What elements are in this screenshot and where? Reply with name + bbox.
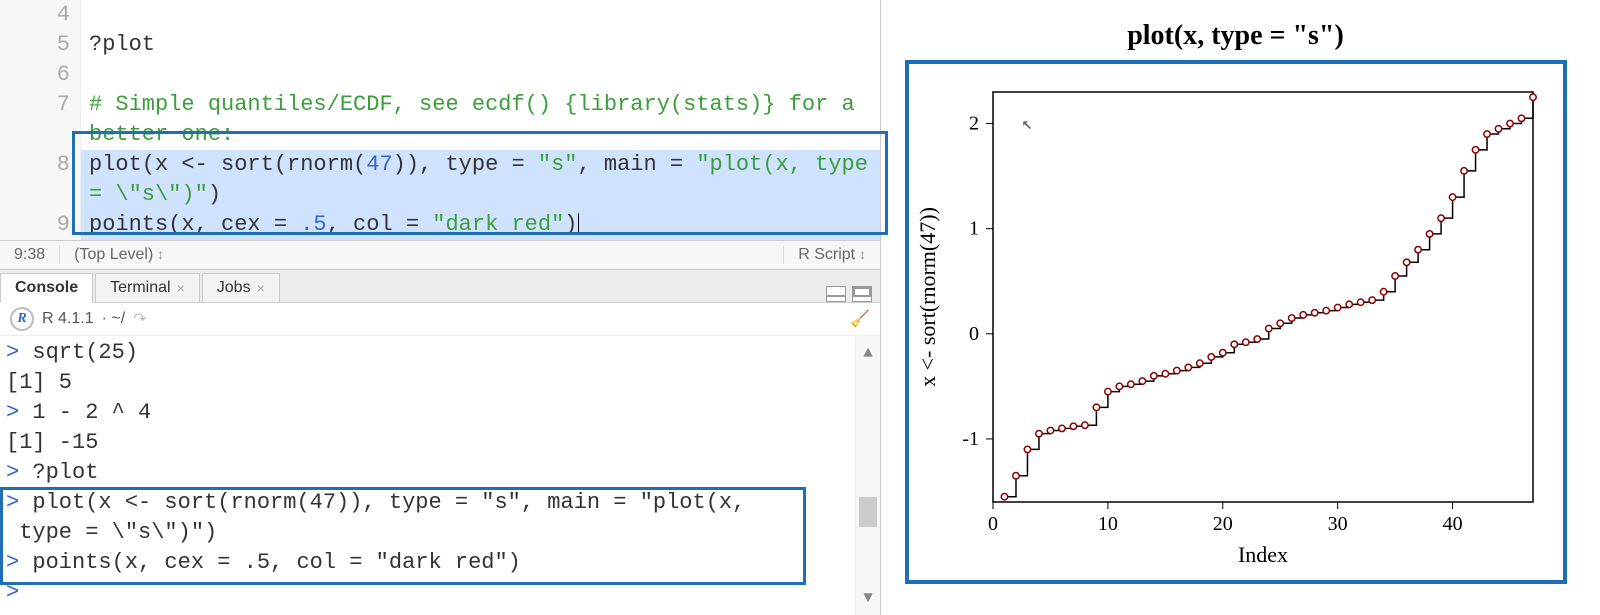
pane-window-controls — [826, 286, 880, 302]
line-number: 8 — [0, 150, 81, 210]
svg-text:x <- sort(rnorm(47)): x <- sort(rnorm(47)) — [915, 207, 940, 387]
console-line: > 1 - 2 ^ 4 — [6, 398, 874, 428]
tab-console[interactable]: Console — [0, 273, 93, 303]
filetype-selector[interactable]: R Script — [783, 246, 880, 264]
svg-text:Index: Index — [1237, 542, 1287, 567]
svg-text:30: 30 — [1327, 513, 1347, 535]
maximize-pane-icon[interactable] — [852, 286, 872, 302]
svg-text:10: 10 — [1097, 513, 1117, 535]
scroll-up-icon[interactable]: ▲ — [863, 336, 873, 370]
minimize-pane-icon[interactable] — [826, 286, 846, 302]
svg-text:20: 20 — [1212, 513, 1232, 535]
close-icon[interactable]: × — [257, 280, 265, 296]
svg-text:↖: ↖ — [1021, 115, 1032, 135]
console-line: > points(x, cex = .5, col = "dark red") — [6, 548, 874, 578]
code-line[interactable] — [81, 0, 880, 30]
code-line[interactable]: ?plot — [81, 30, 880, 60]
line-number: 6 — [0, 60, 81, 90]
tab-label: Console — [15, 279, 78, 297]
code-line[interactable] — [81, 60, 880, 90]
console-line: type = \"s\")") — [6, 518, 874, 548]
plot-title: plot(x, type = "s") — [1127, 20, 1344, 52]
editor-status-bar: 9:38 (Top Level) R Script — [0, 240, 880, 270]
svg-text:40: 40 — [1442, 513, 1462, 535]
tab-label: Terminal — [110, 279, 170, 297]
scroll-thumb[interactable] — [859, 497, 877, 527]
console-scrollbar[interactable]: ▲ ▼ — [855, 336, 880, 615]
console-line: > ?plot — [6, 458, 874, 488]
svg-text:0: 0 — [969, 323, 979, 345]
tab-jobs[interactable]: Jobs × — [202, 273, 280, 302]
clear-console-icon[interactable]: 🧹 — [850, 309, 870, 329]
console-header: R R 4.1.1 · ~/ ↷ 🧹 — [0, 303, 880, 336]
line-number: 5 — [0, 30, 81, 60]
scroll-down-icon[interactable]: ▼ — [863, 581, 873, 615]
console-line: > plot(x <- sort(rnorm(47)), type = "s",… — [6, 488, 874, 518]
console-body[interactable]: > sqrt(25)[1] 5> 1 - 2 ^ 4[1] -15> ?plot… — [0, 336, 880, 615]
svg-text:0: 0 — [988, 513, 998, 535]
svg-text:1: 1 — [969, 218, 979, 240]
plot-pane: plot(x, type = "s") 0 10 20 30 40 -1 0 1 2 Index x… — [881, 0, 1600, 615]
scope-selector[interactable]: (Top Level) — [60, 246, 783, 264]
code-line[interactable]: # Simple quantiles/ECDF, see ecdf() {lib… — [81, 90, 880, 150]
tab-label: Jobs — [217, 279, 251, 297]
console-line: [1] 5 — [6, 368, 874, 398]
console-line: [1] -15 — [6, 428, 874, 458]
code-line[interactable]: points(x, cex = .5, col = "dark red") — [81, 210, 880, 240]
console-line: > — [6, 578, 874, 608]
console-line: > sqrt(25) — [6, 338, 874, 368]
plot-frame: 0 10 20 30 40 -1 0 1 2 Index x <- sort(rnorm(47)) ↖ — [905, 60, 1567, 584]
svg-text:-1: -1 — [962, 428, 979, 450]
console-tabstrip: Console Terminal × Jobs × — [0, 270, 880, 303]
line-number: 7 — [0, 90, 81, 150]
close-icon[interactable]: × — [177, 280, 185, 296]
code-line[interactable]: plot(x <- sort(rnorm(47)), type = "s", m… — [81, 150, 880, 210]
svg-text:2: 2 — [969, 113, 979, 135]
r-logo-icon: R — [10, 307, 34, 331]
line-number: 9 — [0, 210, 81, 240]
r-version-label: R 4.1.1 — [42, 310, 94, 328]
source-editor[interactable]: 45?plot67# Simple quantiles/ECDF, see ec… — [0, 0, 880, 240]
share-icon[interactable]: ↷ — [133, 309, 146, 329]
line-number: 4 — [0, 0, 81, 30]
cursor-position: 9:38 — [0, 246, 60, 264]
tab-terminal[interactable]: Terminal × — [95, 273, 200, 302]
plot-svg: 0 10 20 30 40 -1 0 1 2 Index x <- sort(rnorm(47)) ↖ — [913, 72, 1553, 572]
working-dir-label: · ~/ — [102, 310, 126, 328]
